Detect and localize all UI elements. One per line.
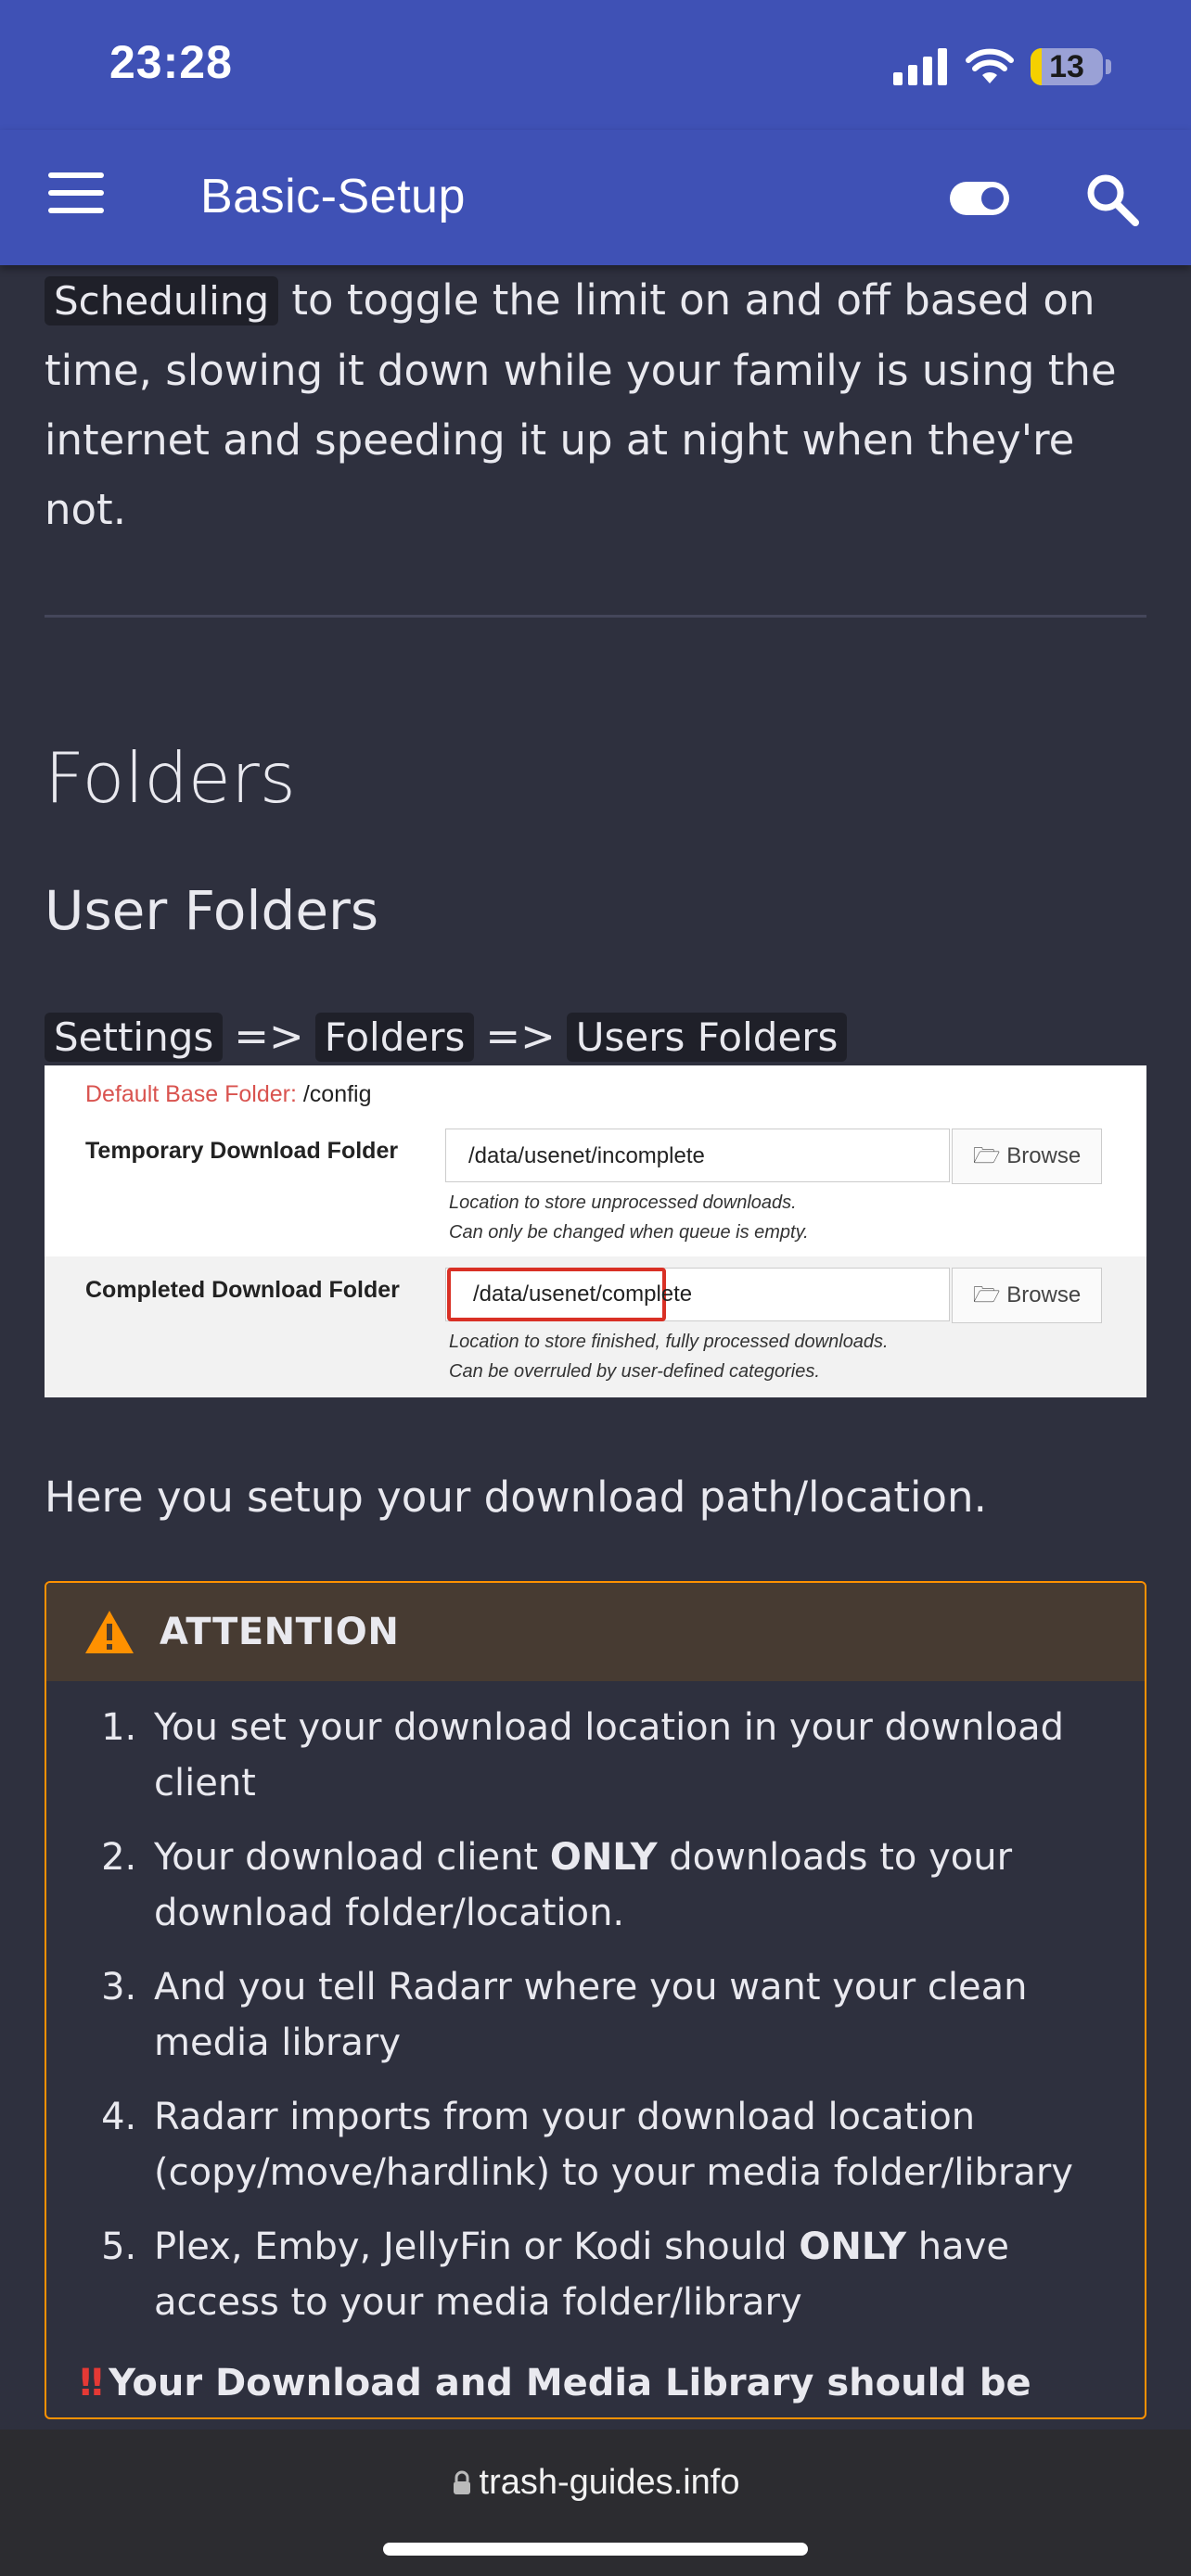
heading-user-folders[interactable]: User Folders: [45, 877, 1146, 944]
attention-footer-text: Your Download and Media Library should b…: [80, 2362, 1031, 2417]
attention-item: Plex, Emby, JellyFin or Kodi should ONLY…: [148, 2219, 1145, 2330]
wifi-icon: [966, 48, 1014, 83]
inline-code-scheduling: Scheduling: [45, 276, 279, 325]
attention-admonition: ATTENTION You set your download location…: [45, 1581, 1146, 2419]
completed-folder-label: Completed Download Folder: [85, 1277, 400, 1303]
temporary-browse-button: 🗁 Browse: [952, 1129, 1102, 1184]
temporary-folder-input: /data/usenet/incomplete: [445, 1129, 950, 1182]
intro-paragraph: Scheduling to toggle the limit on and of…: [45, 265, 1146, 544]
app-bar: Basic-Setup: [0, 130, 1191, 265]
warning-icon: [85, 1611, 134, 1653]
battery-icon: 13: [1031, 48, 1103, 85]
folders-settings-screenshot: Default Base Folder: /config Temporary D…: [45, 1065, 1146, 1397]
address-bar[interactable]: trash-guides.info: [0, 2463, 1191, 2503]
lock-icon: [453, 2470, 470, 2494]
completed-folder-row: Completed Download Folder /data/usenet/c…: [45, 1256, 1146, 1397]
path-settings: Settings: [45, 1013, 224, 1062]
divider: [45, 615, 1146, 618]
attention-item: You set your download location in your d…: [148, 1700, 1145, 1811]
url-text: trash-guides.info: [479, 2463, 740, 2502]
double-exclamation-icon: ‼: [80, 2362, 104, 2404]
status-bar: 23:28 13: [0, 0, 1191, 130]
attention-item: Your download client ONLY downloads to y…: [148, 1830, 1145, 1941]
attention-list: You set your download location in your d…: [46, 1700, 1145, 2330]
battery-cap: [1106, 59, 1111, 74]
menu-button[interactable]: [48, 172, 104, 219]
heading-folders[interactable]: Folders: [45, 736, 1146, 820]
default-base-folder: Default Base Folder: /config: [85, 1071, 372, 1117]
default-base-value: /config: [302, 1081, 372, 1107]
temporary-folder-help: Location to store unprocessed downloads.…: [449, 1192, 809, 1243]
temporary-folder-row: Temporary Download Folder /data/usenet/i…: [45, 1117, 1146, 1256]
completed-browse-button: 🗁 Browse: [952, 1268, 1102, 1323]
path-arrow: =>: [234, 1012, 304, 1061]
page-title: Basic-Setup: [200, 170, 466, 223]
settings-path: Settings => Folders => Users Folders: [45, 1009, 1146, 1065]
home-indicator[interactable]: [383, 2543, 808, 2556]
temporary-folder-label: Temporary Download Folder: [85, 1138, 399, 1164]
default-base-label: Default Base Folder:: [85, 1081, 297, 1107]
article-content: Scheduling to toggle the limit on and of…: [45, 265, 1146, 2419]
attention-footer: ‼ Your Download and Media Library should …: [80, 2356, 1145, 2417]
path-arrow: =>: [485, 1012, 556, 1061]
completed-folder-input: /data/usenet/complete: [447, 1268, 692, 1321]
search-icon: [1087, 174, 1139, 226]
attention-item: Radarr imports from your download locati…: [148, 2089, 1145, 2200]
attention-item: And you tell Radarr where you want your …: [148, 1959, 1145, 2071]
toggle-knob: [981, 187, 1004, 210]
menu-icon-line: [48, 190, 104, 196]
folder-icon: 🗁: [972, 1282, 1007, 1307]
status-icons: 13: [893, 41, 1111, 93]
theme-toggle-button[interactable]: [950, 182, 1009, 215]
menu-icon-line: [48, 208, 104, 213]
path-folders: Folders: [314, 1013, 475, 1062]
download-path-paragraph: Here you setup your download path/locati…: [45, 1473, 987, 1522]
folder-icon: 🗁: [972, 1143, 1007, 1168]
search-button[interactable]: [1083, 171, 1143, 230]
attention-header: ATTENTION: [46, 1583, 1145, 1681]
status-time: 23:28: [109, 36, 233, 88]
path-users-folders: Users Folders: [566, 1013, 848, 1062]
menu-icon-line: [48, 172, 104, 178]
browser-bottom-bar: trash-guides.info: [0, 2429, 1191, 2576]
completed-folder-help: Location to store finished, fully proces…: [449, 1332, 889, 1382]
attention-title: ATTENTION: [160, 1611, 400, 1653]
signal-icon: [893, 48, 947, 85]
